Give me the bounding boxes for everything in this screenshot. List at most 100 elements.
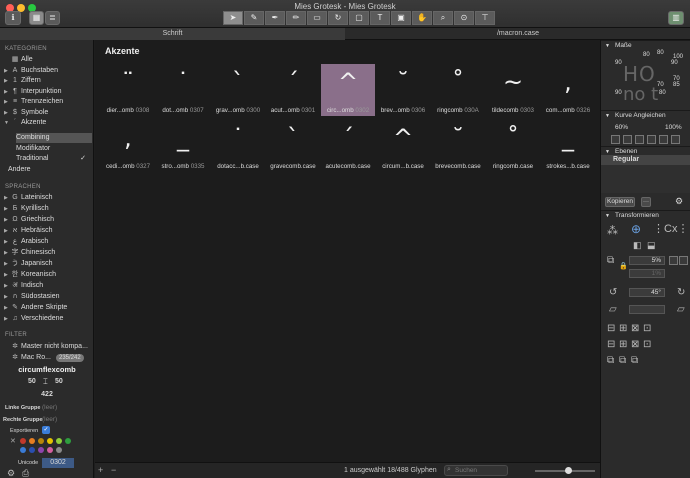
- label-color-swatch[interactable]: [20, 447, 26, 453]
- glyph-cell[interactable]: ´ acut...omb 0301: [266, 64, 320, 116]
- category-6[interactable]: ▼ ´ Akzente: [0, 118, 94, 128]
- right-group-value[interactable]: (leer): [42, 416, 57, 423]
- label-color-swatch[interactable]: [47, 447, 53, 453]
- filter-mac-roman[interactable]: ✲ Mac Ro... 235/242: [0, 353, 94, 363]
- label-color-swatch[interactable]: [29, 447, 35, 453]
- language-9[interactable]: ▶ ก Südostasien: [0, 292, 94, 302]
- disclosure-triangle-icon[interactable]: ▶: [4, 76, 8, 86]
- subcategory-2[interactable]: Traditional ✓: [16, 154, 92, 164]
- category-other[interactable]: Andere: [8, 165, 84, 175]
- remove-icon[interactable]: −: [111, 465, 116, 475]
- curve-preset-button[interactable]: [659, 135, 668, 144]
- curve-preset-button[interactable]: [671, 135, 680, 144]
- slant-left-icon[interactable]: ▱: [609, 304, 617, 315]
- disclosure-triangle-icon[interactable]: ▶: [4, 281, 8, 291]
- disclosure-triangle-icon[interactable]: ▶: [4, 270, 8, 280]
- glyph-cell[interactable]: ˚ ringcomb 030A: [431, 64, 485, 116]
- layer-gear-icon[interactable]: ⚙: [675, 196, 683, 207]
- language-7[interactable]: ▶ 한 Koreanisch: [0, 270, 94, 280]
- subcategory-1[interactable]: Modifikator: [16, 144, 92, 154]
- glyph-cell[interactable]: ¨ dier...omb 0308: [101, 64, 155, 116]
- metrics-lock-icon[interactable]: ⌶: [43, 377, 48, 387]
- language-10[interactable]: ▶ ✎ Andere Skripte: [0, 303, 94, 313]
- disclosure-triangle-icon[interactable]: ▶: [4, 292, 8, 302]
- disclosure-triangle-icon[interactable]: ▶: [4, 193, 8, 203]
- subcategory-0[interactable]: Combining: [16, 133, 92, 143]
- glyph-cell[interactable]: ˘ brev...omb 0306: [376, 64, 430, 116]
- category-4[interactable]: ▶ ≡ Trennzeichen: [0, 97, 94, 107]
- disclosure-triangle-icon[interactable]: ▶: [4, 108, 8, 118]
- filter-master-incompatible[interactable]: ✲ Master nicht kompa...: [0, 342, 94, 352]
- language-4[interactable]: ▶ ع Arabisch: [0, 237, 94, 247]
- settings-gear-icon[interactable]: ⚙: [7, 468, 15, 478]
- glyph-cell[interactable]: ˘ brevecomb.case: [431, 120, 485, 172]
- glyph-cell[interactable]: ~ tildecomb 0303: [486, 64, 540, 116]
- disclosure-triangle-icon[interactable]: ▶: [4, 204, 8, 214]
- flip-horizontal-icon[interactable]: ◧: [633, 240, 642, 251]
- label-color-swatch[interactable]: [65, 438, 71, 444]
- tab-glyph[interactable]: /macron.case: [346, 28, 690, 40]
- list-view-button[interactable]: ≣: [45, 11, 60, 25]
- right-sidebearing[interactable]: 50: [55, 378, 63, 385]
- align-button-icon[interactable]: ⊡: [643, 323, 651, 334]
- zoom-tool-icon[interactable]: ⌕: [433, 11, 453, 25]
- category-3[interactable]: ▶ ¶ Interpunktion: [0, 87, 94, 97]
- glyph-cell[interactable]: _ stro...omb 0335: [156, 120, 210, 172]
- label-color-swatch[interactable]: [56, 447, 62, 453]
- dimension-value[interactable]: 90: [671, 60, 678, 66]
- language-3[interactable]: ▶ א Hebräisch: [0, 226, 94, 236]
- curve-preset-button[interactable]: [647, 135, 656, 144]
- grid-view-button[interactable]: ▦: [29, 11, 44, 25]
- language-1[interactable]: ▶ Б Kyrillisch: [0, 204, 94, 214]
- align-button-icon[interactable]: ⊡: [643, 339, 651, 350]
- dimension-value[interactable]: 90: [615, 60, 622, 66]
- unicode-field[interactable]: 0302: [42, 458, 74, 468]
- label-color-swatch[interactable]: [56, 438, 62, 444]
- scale-down-button[interactable]: [679, 256, 688, 265]
- dimension-value[interactable]: 70: [657, 82, 664, 88]
- layer-options-button[interactable]: ···: [641, 197, 651, 207]
- scale-field[interactable]: 5%: [629, 256, 665, 265]
- category-5[interactable]: ▶ $ Symbole: [0, 108, 94, 118]
- language-6[interactable]: ▶ う Japanisch: [0, 259, 94, 269]
- disclosure-triangle-icon[interactable]: ▶: [4, 66, 8, 76]
- rotate-field[interactable]: 45°: [629, 288, 665, 297]
- language-11[interactable]: ▶ ♫ Verschiedene: [0, 314, 94, 324]
- flip-vertical-icon[interactable]: ⬓: [647, 240, 656, 251]
- dimension-value[interactable]: 80: [657, 50, 664, 56]
- glyph-cell[interactable]: ´ acutecomb.case: [321, 120, 375, 172]
- zoom-slider-thumb[interactable]: [565, 467, 572, 474]
- left-group-value[interactable]: (leer): [42, 404, 57, 411]
- glyph-cell[interactable]: _ strokes...b.case: [541, 120, 595, 172]
- disclosure-triangle-icon[interactable]: ▶: [4, 303, 8, 313]
- category-2[interactable]: ▶ 1 Ziffern: [0, 76, 94, 86]
- export-icon[interactable]: ⎙: [22, 468, 29, 478]
- align-button-icon[interactable]: ⊟: [607, 323, 615, 334]
- label-color-swatch[interactable]: [29, 438, 35, 444]
- disclosure-triangle-icon[interactable]: ▶: [4, 87, 8, 97]
- language-0[interactable]: ▶ G Lateinisch: [0, 193, 94, 203]
- glyph-cell[interactable]: , com...omb 0326: [541, 64, 595, 116]
- label-color-swatch[interactable]: [47, 438, 53, 444]
- curve-header[interactable]: ▼ Kurve Angleichen: [601, 110, 690, 120]
- glyph-cell[interactable]: ˚ ringcomb.case: [486, 120, 540, 172]
- pencil-tool-icon[interactable]: ✏: [286, 11, 306, 25]
- tab-font[interactable]: Schrift: [0, 28, 345, 40]
- glyph-cell[interactable]: , cedi...omb 0327: [101, 120, 155, 172]
- rotate-tool-icon[interactable]: ↻: [328, 11, 348, 25]
- rectangle-tool-icon[interactable]: ▭: [307, 11, 327, 25]
- export-checkbox[interactable]: ✓: [42, 426, 50, 434]
- edit-tool-icon[interactable]: ✎: [244, 11, 264, 25]
- select-tool-icon[interactable]: ➤: [223, 11, 243, 25]
- disclosure-triangle-icon[interactable]: ▼: [4, 118, 9, 128]
- annotate-tool-icon[interactable]: ⊤: [475, 11, 495, 25]
- disclosure-triangle-icon[interactable]: ▶: [4, 314, 8, 324]
- align-button-icon[interactable]: ⊠: [631, 323, 639, 334]
- align-button-icon[interactable]: ⊞: [619, 323, 627, 334]
- dimension-value[interactable]: 85: [673, 82, 680, 88]
- scale-tool-icon[interactable]: ▢: [349, 11, 369, 25]
- measure-tool-icon[interactable]: ⊙: [454, 11, 474, 25]
- slant-right-icon[interactable]: ▱: [677, 304, 685, 315]
- no-color-icon[interactable]: ✕: [10, 437, 16, 445]
- glyph-cell[interactable]: ˙ dotacc...b.case: [211, 120, 265, 172]
